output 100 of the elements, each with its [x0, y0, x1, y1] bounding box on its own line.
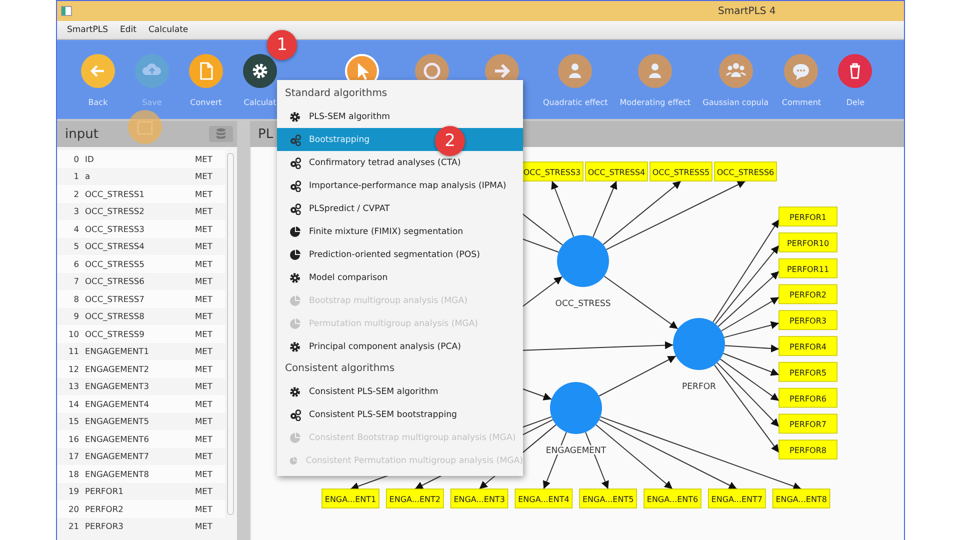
indicator-name[interactable]: OCC_STRESS2 [85, 206, 195, 216]
indicator-name[interactable]: ENGAGEMENT4 [85, 398, 195, 409]
row-number: 12 [67, 364, 79, 374]
indicator-box[interactable]: PERFOR7 [778, 414, 838, 434]
construct-label: OCC_STRESS [555, 299, 611, 309]
indicator-name[interactable]: PERFOR2 [85, 504, 195, 514]
gear-icon [289, 110, 301, 122]
indicator-name[interactable]: ENGAGEMENT8 [85, 468, 195, 479]
menu-item[interactable]: PLSpredict / CVPAT [277, 197, 523, 220]
scale-type: MET [195, 416, 214, 426]
indicator-box[interactable]: PERFOR6 [778, 388, 838, 408]
indicator-name[interactable]: PERFOR1 [85, 486, 195, 496]
menu-item[interactable]: Importance-performance map analysis (IPMA) [277, 174, 523, 197]
document-icon [189, 54, 223, 88]
indicator-name[interactable]: ENGAGEMENT3 [85, 381, 195, 392]
scale-type: MET [195, 154, 214, 164]
indicator-name[interactable]: OCC_STRESS8 [85, 311, 195, 322]
indicator-box[interactable]: PERFOR8 [778, 440, 838, 460]
row-number: 3 [72, 206, 79, 216]
gears-icon [289, 408, 301, 420]
row-number: 21 [67, 521, 79, 532]
trash-icon [838, 54, 872, 88]
indicator-name[interactable]: OCC_STRESS5 [85, 258, 195, 269]
indicator-name[interactable]: OCC_STRESS6 [85, 276, 195, 286]
scale-type: MET [195, 381, 214, 392]
indicator-box[interactable]: PERFOR3 [778, 310, 838, 330]
scale-type: MET [195, 258, 214, 269]
indicator-name[interactable]: OCC_STRESS1 [85, 188, 195, 199]
indicator-box[interactable]: ENGA...ENT5 [579, 488, 637, 508]
gears-icon [289, 202, 301, 214]
construct-label: PERFOR [682, 382, 716, 392]
tab-title[interactable]: PL [258, 126, 274, 142]
menu-item[interactable]: SmartPLS [57, 25, 114, 35]
indicator-box[interactable]: ENGA...ENT4 [514, 488, 573, 508]
indicator-name[interactable]: OCC_STRESS4 [85, 241, 195, 252]
scale-type: MET [195, 434, 214, 444]
indicator-name[interactable]: ENGAGEMENT6 [85, 434, 195, 444]
indicator-name[interactable]: OCC_STRESS3 [85, 224, 195, 234]
row-number: 6 [72, 258, 79, 269]
menu-item[interactable]: Model comparison [277, 266, 523, 289]
scrollbar[interactable] [227, 153, 234, 515]
row-number: 0 [72, 154, 79, 164]
indicator-box[interactable]: OCC_STRESS5 [650, 162, 712, 182]
indicator-box[interactable]: ENGA...ENT8 [772, 488, 830, 508]
indicator-box[interactable]: PERFOR4 [778, 336, 838, 356]
scale-type: MET [195, 346, 214, 356]
indicator-box[interactable]: ENGA...ENT7 [708, 488, 766, 508]
indicator-name[interactable]: OCC_STRESS7 [85, 294, 195, 304]
scale-type: MET [195, 311, 214, 322]
indicator-name[interactable]: ENGAGEMENT5 [85, 416, 195, 426]
scale-type: MET [195, 398, 214, 409]
pie-chart-icon [289, 318, 301, 330]
indicator-name[interactable]: PERFOR3 [85, 521, 195, 532]
scale-type: MET [195, 328, 214, 339]
indicator-box[interactable]: ENGA...ENT6 [644, 488, 702, 508]
indicator-box[interactable]: PERFOR11 [778, 258, 838, 278]
indicator-box[interactable]: OCC_STRESS3 [520, 162, 584, 182]
indicator-box[interactable]: OCC_STRESS4 [585, 162, 648, 182]
indicator-box[interactable]: PERFOR1 [778, 206, 838, 226]
database-button[interactable] [209, 126, 233, 142]
row-number: 7 [72, 276, 79, 286]
gear-icon [243, 54, 277, 88]
menu-item[interactable]: PLS-SEM algorithm [277, 105, 523, 128]
indicator-box[interactable]: PERFOR10 [778, 232, 838, 252]
panel-title: input [65, 126, 98, 142]
row-number: 19 [67, 486, 79, 496]
indicator-name[interactable]: ENGAGEMENT2 [85, 364, 195, 374]
indicator-name[interactable]: ENGAGEMENT7 [85, 451, 195, 462]
scale-type: MET [195, 364, 214, 374]
row-number: 5 [72, 241, 79, 252]
scale-type: MET [195, 451, 214, 462]
pie-chart-icon [289, 248, 301, 260]
indicator-box[interactable]: ENGA...ENT3 [450, 488, 508, 508]
row-number: 11 [67, 346, 79, 356]
scale-type: MET [195, 504, 214, 514]
row-number: 20 [67, 504, 79, 514]
construct-node[interactable] [557, 235, 609, 287]
construct-node[interactable] [550, 382, 602, 434]
construct-node[interactable] [673, 318, 725, 370]
menu-item[interactable]: Principal component analysis (PCA) [277, 335, 523, 358]
indicator-box[interactable]: PERFOR2 [778, 284, 838, 304]
scale-type: MET [195, 521, 214, 532]
row-number: 16 [67, 434, 79, 444]
app-icon [61, 6, 72, 16]
indicator-box[interactable]: ENGA...ENT2 [386, 488, 444, 508]
scale-type: MET [195, 206, 214, 216]
menu-item[interactable]: Finite mixture (FIMIX) segmentation [277, 220, 523, 243]
indicator-box[interactable]: PERFOR5 [778, 362, 838, 382]
menu-item[interactable]: Consistent PLS-SEM bootstrapping [277, 403, 523, 426]
menu-item[interactable]: Calculate [142, 25, 194, 35]
menu-item[interactable]: Consistent PLS-SEM algorithm [277, 380, 523, 403]
indicator-name[interactable]: OCC_STRESS9 [85, 328, 195, 339]
indicator-name[interactable]: a [85, 171, 195, 182]
indicator-box[interactable]: ENGA...ENT1 [322, 488, 380, 508]
menu-item[interactable]: Prediction-oriented segmentation (POS) [277, 243, 523, 266]
menu-item[interactable]: Edit [114, 25, 142, 35]
indicator-box[interactable]: OCC_STRESS6 [714, 162, 777, 182]
indicator-name[interactable]: ID [85, 154, 195, 164]
indicator-name[interactable]: ENGAGEMENT1 [85, 346, 195, 356]
row-number: 2 [72, 188, 79, 199]
